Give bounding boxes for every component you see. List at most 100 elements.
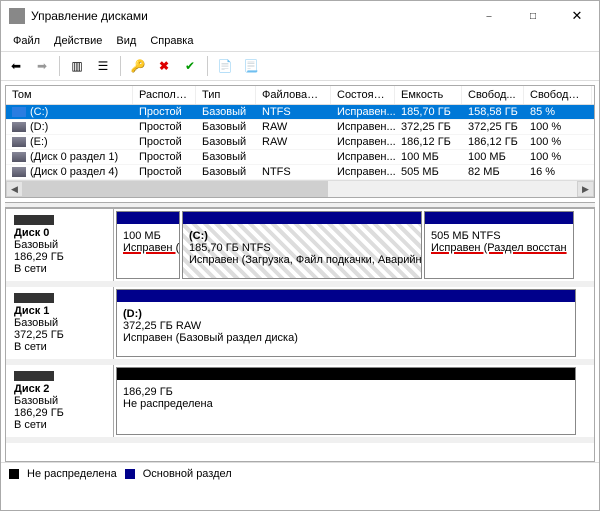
partition-bar [117,368,575,380]
cell-fs: NTFS [256,105,331,119]
disk-header[interactable]: Диск 2Базовый186,29 ГБВ сети [6,365,114,437]
disk-status: В сети [14,419,105,431]
cell-sos: Исправен... [331,150,395,164]
cell-fs: RAW [256,120,331,134]
cell-emk: 100 МБ [395,150,462,164]
disk-partitions: 100 МБИсправен (Шифр.(C:)185,70 ГБ NTFSИ… [114,209,594,281]
cell-fs: NTFS [256,165,331,179]
table-row[interactable]: (D:)ПростойБазовыйRAWИсправен...372,25 Г… [6,120,594,135]
cell-svp: 100 % [524,120,592,134]
menu-action[interactable]: Действие [48,33,108,49]
cell-svo: 158,58 ГБ [462,105,524,119]
grid-body: (C:)ПростойБазовыйNTFSИсправен...185,70 … [6,105,594,180]
disk-name: Диск 0 [14,227,105,239]
disk-partitions: (D:)372,25 ГБ RAWИсправен (Базовый разде… [114,287,594,359]
close-button[interactable]: ✕ [555,1,599,31]
cell-svo: 372,25 ГБ [462,120,524,134]
cell-fs [256,150,331,164]
table-row[interactable]: (E:)ПростойБазовыйRAWИсправен...186,12 Г… [6,135,594,150]
disk-type: Базовый [14,317,105,329]
disk-status: В сети [14,263,105,275]
disk-row: Диск 2Базовый186,29 ГБВ сети186,29 ГБНе … [6,365,594,443]
partition-title: (D:) [123,308,569,320]
maximize-button[interactable]: □ [511,1,555,31]
partition[interactable]: 186,29 ГБНе распределена [116,367,576,435]
titlebar: Управление дисками – □ ✕ [1,1,599,31]
menu-view[interactable]: Вид [110,33,142,49]
col-emk[interactable]: Емкость [395,86,462,104]
forward-button[interactable]: ➡ [31,55,53,77]
partition[interactable]: (D:)372,25 ГБ RAWИсправен (Базовый разде… [116,289,576,357]
window-title: Управление дисками [31,9,467,23]
panel-icon[interactable]: ▥ [66,55,88,77]
partition-body: 100 МБИсправен (Шифр. [117,224,179,278]
app-icon [9,8,25,24]
action-icon[interactable]: 🔑 [127,55,149,77]
cell-tip: Базовый [196,135,256,149]
disk-partitions: 186,29 ГБНе распределена [114,365,594,437]
col-svp[interactable]: Свободно % [524,86,592,104]
partition[interactable]: 100 МБИсправен (Шифр. [116,211,180,279]
col-ras[interactable]: Располо... [133,86,196,104]
menu-help[interactable]: Справка [144,33,199,49]
cell-tip: Базовый [196,120,256,134]
cell-sos: Исправен... [331,135,395,149]
cell-tom: (E:) [6,135,133,149]
cell-tip: Базовый [196,150,256,164]
partition-title: (C:) [189,230,415,242]
disk-type: Базовый [14,395,105,407]
menu-file[interactable]: Файл [7,33,46,49]
partition-body: (C:)185,70 ГБ NTFSИсправен (Загрузка, Фа… [183,224,421,278]
partition[interactable]: 505 МБ NTFSИсправен (Раздел восстан [424,211,574,279]
toolbar: ⬅ ➡ ▥ ☰ 🔑 ✖ ✔ 📄 📃 [1,51,599,81]
volume-icon [12,152,26,162]
cell-tom: (C:) [6,105,133,119]
cell-sos: Исправен... [331,105,395,119]
cell-emk: 372,25 ГБ [395,120,462,134]
disk-header[interactable]: Диск 0Базовый186,29 ГБВ сети [6,209,114,281]
table-row[interactable]: (Диск 0 раздел 4)ПростойБазовыйNTFSИспра… [6,165,594,180]
doc2-icon[interactable]: 📃 [240,55,262,77]
col-tip[interactable]: Тип [196,86,256,104]
partition-info: 372,25 ГБ RAW [123,320,569,332]
options-icon[interactable]: ☰ [92,55,114,77]
back-button[interactable]: ⬅ [5,55,27,77]
scroll-right-icon[interactable]: ▶ [577,181,594,197]
col-tom[interactable]: Том [6,86,133,104]
cell-sos: Исправен... [331,165,395,179]
disk-name: Диск 1 [14,305,105,317]
cell-svp: 16 % [524,165,592,179]
partition-body: (D:)372,25 ГБ RAWИсправен (Базовый разде… [117,302,575,356]
disk-size: 186,29 ГБ [14,407,105,419]
partition-bar [425,212,573,224]
table-row[interactable]: (Диск 0 раздел 1)ПростойБазовыйИсправен.… [6,150,594,165]
h-scrollbar[interactable]: ◀ ▶ [6,180,594,197]
partition-status: Исправен (Загрузка, Файл подкачки, Авари… [189,254,415,266]
partition-info: 186,29 ГБ [123,386,569,398]
col-svo[interactable]: Свобод... [462,86,524,104]
col-sos[interactable]: Состояние [331,86,395,104]
col-fs[interactable]: Файловая с... [256,86,331,104]
legend-primary-icon [125,469,135,479]
partition-status: Исправен (Базовый раздел диска) [123,332,569,344]
cell-svp: 85 % [524,105,592,119]
table-row[interactable]: (C:)ПростойБазовыйNTFSИсправен...185,70 … [6,105,594,120]
disk-type: Базовый [14,239,105,251]
disk-status: В сети [14,341,105,353]
scroll-left-icon[interactable]: ◀ [6,181,23,197]
legend-primary: Основной раздел [143,468,232,480]
partition-info: 100 МБ [123,230,173,242]
delete-icon[interactable]: ✖ [153,55,175,77]
doc1-icon[interactable]: 📄 [214,55,236,77]
minimize-button[interactable]: – [467,1,511,31]
partition[interactable]: (C:)185,70 ГБ NTFSИсправен (Загрузка, Фа… [182,211,422,279]
scroll-thumb[interactable] [23,181,328,197]
partition-info: 185,70 ГБ NTFS [189,242,415,254]
menubar: Файл Действие Вид Справка [1,31,599,51]
cell-svp: 100 % [524,135,592,149]
cell-svp: 100 % [524,150,592,164]
legend-unalloc-icon [9,469,19,479]
disk-header[interactable]: Диск 1Базовый372,25 ГБВ сети [6,287,114,359]
check-icon[interactable]: ✔ [179,55,201,77]
volume-icon [12,122,26,132]
